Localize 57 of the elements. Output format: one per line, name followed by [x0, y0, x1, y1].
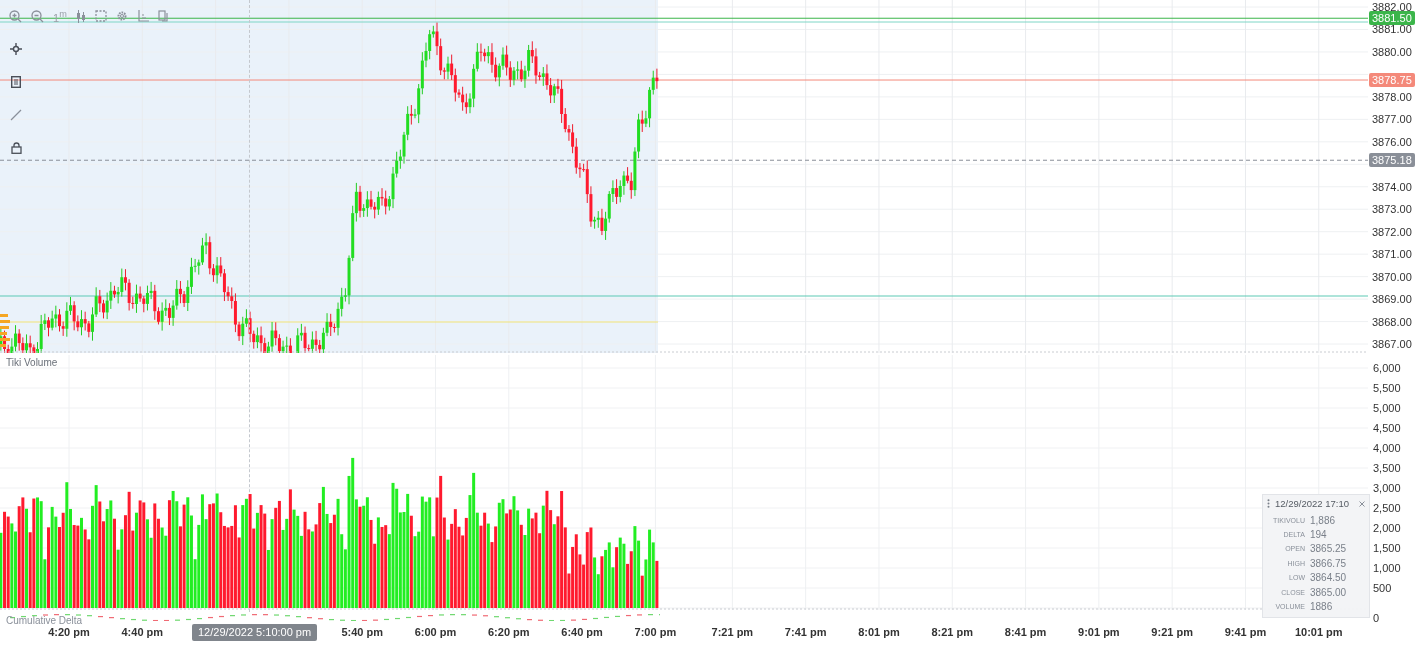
volume-tick: 1,500 — [1373, 541, 1401, 555]
time-tick: 4:40 pm — [120, 626, 165, 639]
price-tick: 3874.00 — [1372, 179, 1412, 194]
time-tick: 7:21 pm — [710, 626, 755, 639]
time-tick: 8:41 pm — [1003, 626, 1048, 639]
time-tick: 6:00 pm — [413, 626, 458, 639]
volume-tick: 6,000 — [1373, 361, 1401, 375]
volume-tick: 4,000 — [1373, 441, 1401, 455]
volume-tick: 2,500 — [1373, 501, 1401, 515]
price-tick: 3880.00 — [1372, 44, 1412, 59]
time-tick: 7:41 pm — [783, 626, 828, 639]
price-tick: 3876.00 — [1372, 134, 1412, 149]
time-tick: 9:41 pm — [1223, 626, 1268, 639]
price-tick: 3872.00 — [1372, 224, 1412, 239]
volume-tick: 3,000 — [1373, 481, 1401, 495]
crosshair-time-label: 12/29/2022 5:10:00 pm — [192, 624, 318, 641]
volume-tick: 5,500 — [1373, 381, 1401, 395]
time-tick: 8:21 pm — [930, 626, 975, 639]
tooltip-value: 3865.00 — [1310, 586, 1347, 598]
volume-tick: 4,500 — [1373, 421, 1401, 435]
time-tick: 9:01 pm — [1077, 626, 1121, 639]
tooltip-value: 3866.75 — [1310, 557, 1347, 569]
price-marker: 3881.50 — [1369, 11, 1415, 26]
time-tick: 7:00 pm — [633, 626, 678, 639]
time-tick: 5:40 pm — [340, 626, 384, 639]
volume-tick: 0 — [1373, 611, 1380, 625]
tooltip-value: 3865.25 — [1310, 543, 1347, 555]
price-marker: 3878.75 — [1369, 73, 1415, 87]
time-tick: 10:01 pm — [1293, 626, 1344, 639]
time-tick: 8:01 pm — [857, 626, 901, 639]
volume-tick: 1,000 — [1373, 561, 1401, 575]
tooltip-title: 12/29/2022 17:10 — [1275, 498, 1350, 509]
tooltip-value: 194 — [1310, 529, 1327, 541]
price-tick: 3877.00 — [1372, 112, 1412, 127]
price-marker: 3875.18 — [1369, 153, 1415, 168]
price-tick: 3882.00 — [1372, 0, 1412, 14]
price-tick: 3869.00 — [1372, 292, 1412, 307]
price-tick: 3870.00 — [1372, 269, 1412, 284]
time-tick: 6:40 pm — [560, 626, 604, 639]
volume-tick: 5,000 — [1373, 401, 1401, 415]
price-tick: 3867.00 — [1372, 337, 1412, 352]
interval-button[interactable]: 1$^{m}$ — [53, 8, 67, 25]
tooltip-value: 3864.50 — [1310, 572, 1347, 584]
time-tick: 4:20 pm — [47, 626, 91, 639]
volume-tick: 3,500 — [1373, 461, 1401, 475]
tooltip-value: 1886 — [1310, 601, 1333, 613]
price-tick: 3871.00 — [1372, 247, 1412, 262]
price-tick: 3873.00 — [1372, 202, 1412, 217]
time-tick: 9:21 pm — [1150, 626, 1194, 639]
tooltip-value: 1,886 — [1310, 514, 1336, 526]
pane-title: Tiki Volume — [6, 357, 58, 368]
time-tick: 6:20 pm — [487, 626, 531, 639]
volume-tick: 500 — [1373, 581, 1392, 595]
price-tick: 3868.00 — [1372, 314, 1412, 329]
price-tick: 3878.00 — [1372, 89, 1412, 104]
pane-title: Cumulative Delta — [6, 615, 83, 626]
volume-tick: 2,000 — [1373, 521, 1401, 535]
